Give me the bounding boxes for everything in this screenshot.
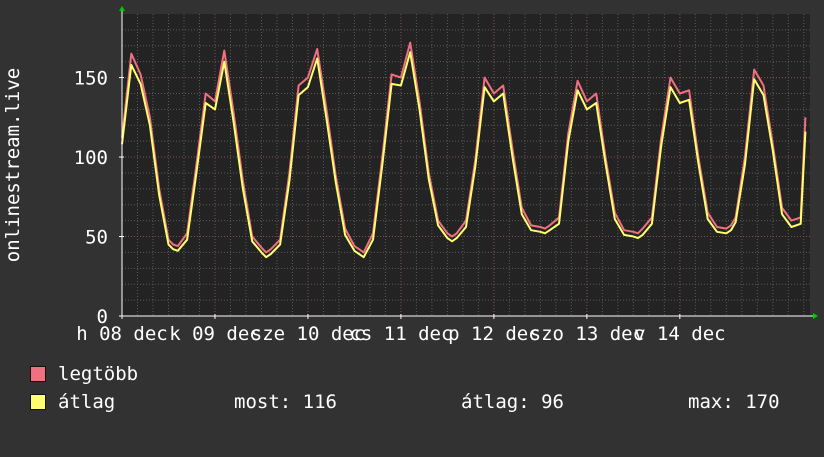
legend-label-avg: átlag	[58, 391, 116, 413]
stat-now: most: 116	[234, 391, 337, 413]
x-tick-label: p 12 dec	[448, 323, 540, 345]
stat-average: átlag: 96	[461, 391, 564, 413]
legend-item-avg: átlag	[30, 391, 115, 457]
y-axis-arrow	[119, 6, 125, 11]
x-tick-label: v 14 dec	[634, 323, 726, 345]
x-tick-label: sze 10 dec	[251, 323, 365, 345]
y-tick-label: 100	[74, 147, 108, 169]
x-tick-label: h 08 dec	[76, 323, 168, 345]
y-tick-label: 50	[85, 227, 108, 249]
x-tick-label: cs 11 dec	[349, 323, 452, 345]
legend-swatch-avg	[30, 394, 46, 410]
x-tick-label: szo 13 dec	[530, 323, 644, 345]
x-axis-arrow	[813, 313, 818, 319]
legend-label-max: legtöbb	[58, 363, 139, 385]
y-axis-label: onlinestream.live	[2, 68, 24, 262]
legend-swatch-max	[30, 366, 46, 382]
stat-max: max: 170	[688, 391, 780, 413]
x-tick-label: k 09 dec	[169, 323, 261, 345]
y-tick-label: 150	[74, 68, 108, 90]
